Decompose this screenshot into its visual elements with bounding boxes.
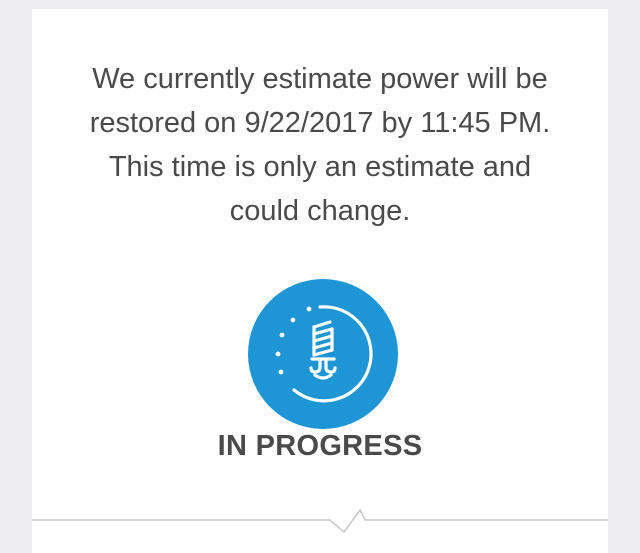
outage-status-card: We currently estimate power will be rest… [32, 9, 608, 553]
estimate-line: We currently estimate power will be [92, 63, 548, 95]
estimate-line: could change. [229, 195, 411, 227]
status-label: IN PROGRESS [217, 430, 423, 462]
lightbulb-progress-icon [248, 279, 398, 429]
estimate-line: restored on 9/22/2017 by 11:45 PM. [89, 107, 551, 139]
divider-with-tick [32, 508, 608, 534]
estimate-line: This time is only an estimate and [108, 151, 532, 183]
restoration-estimate-message: We currently estimate power will be rest… [32, 57, 608, 233]
